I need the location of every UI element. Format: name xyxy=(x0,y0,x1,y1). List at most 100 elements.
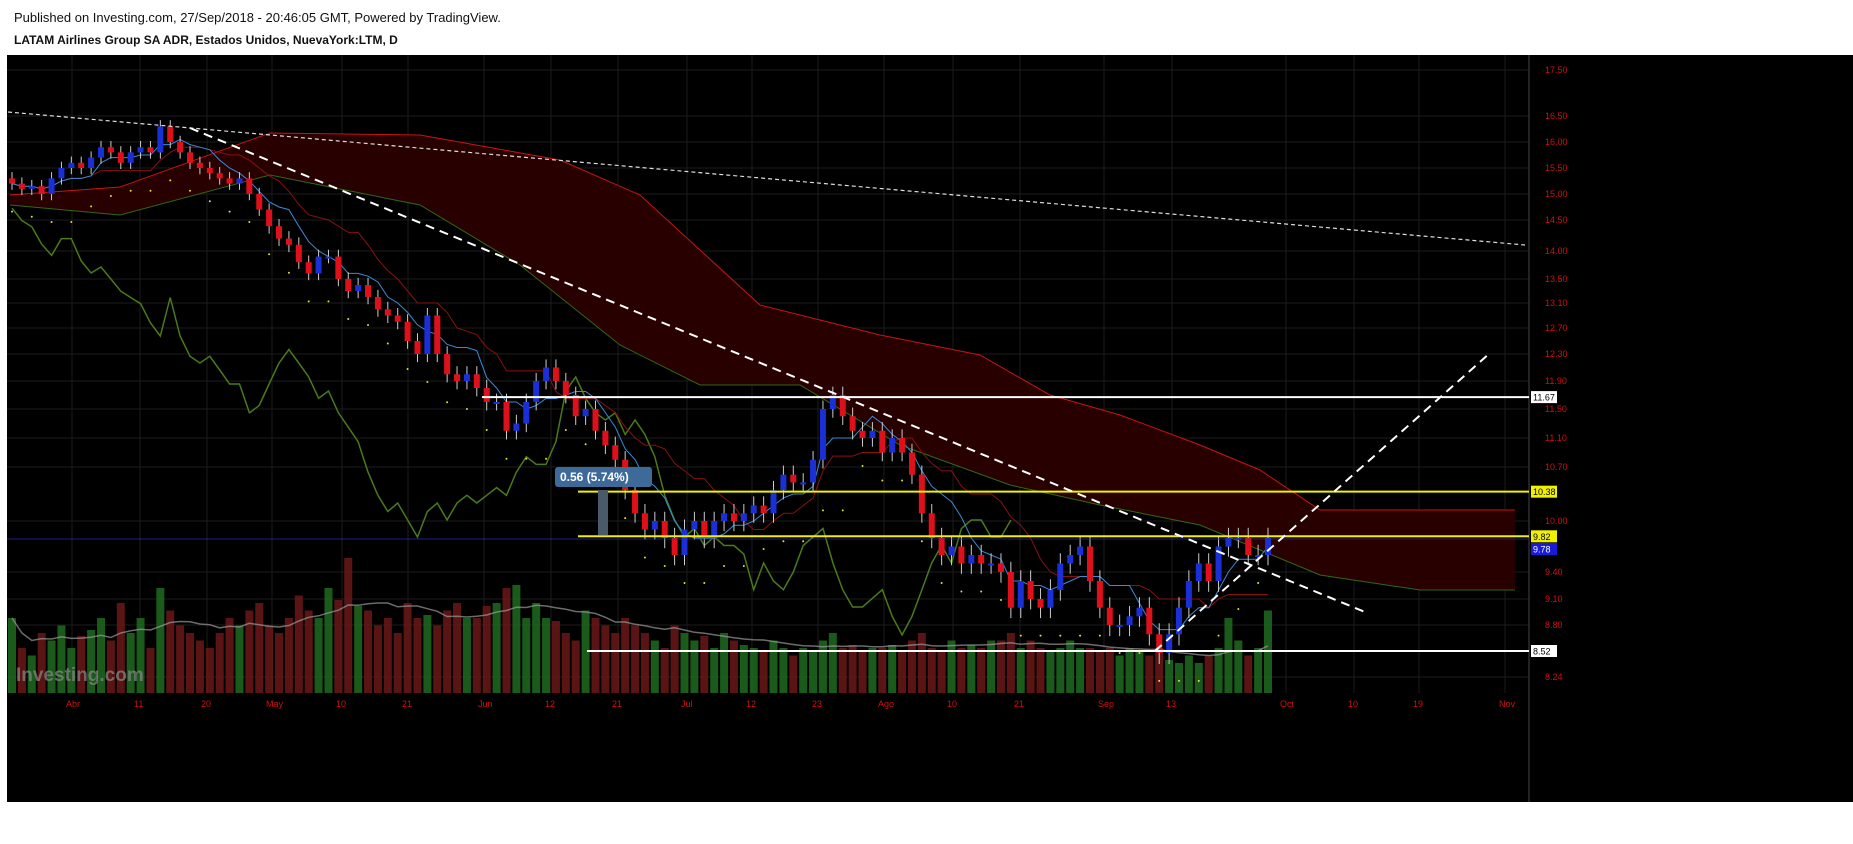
candle-body xyxy=(345,279,352,291)
volume-bar xyxy=(265,625,274,693)
psar-dot xyxy=(564,429,567,431)
candle-body xyxy=(948,546,955,555)
psar-dot xyxy=(465,408,468,410)
candle-body xyxy=(384,309,391,316)
volume-bar xyxy=(373,625,382,693)
volume-bar xyxy=(700,636,709,693)
candle-body xyxy=(187,152,194,163)
candle-body xyxy=(770,490,777,514)
psar-dot xyxy=(545,457,548,460)
volume-bar xyxy=(937,651,946,693)
x-tick-label: 21 xyxy=(1014,699,1024,709)
psar-dot xyxy=(980,590,983,593)
volume-bar xyxy=(364,610,373,693)
psar-dot xyxy=(50,221,53,223)
x-tick-label: Nov xyxy=(1499,699,1516,709)
candle-body xyxy=(849,416,856,431)
psar-dot xyxy=(960,590,963,593)
volume-bar xyxy=(403,603,412,693)
candle-body xyxy=(503,402,510,431)
volume-bar xyxy=(314,618,323,693)
candle-body xyxy=(335,256,342,279)
psar-dot xyxy=(189,189,192,192)
volume-bar xyxy=(1056,648,1065,693)
candle-body xyxy=(730,513,737,521)
candle-body xyxy=(671,538,678,555)
watermark-logo: Investing.com xyxy=(16,665,144,686)
x-tick-label: Ago xyxy=(878,699,894,709)
volume-bar xyxy=(690,640,699,693)
psar-dot xyxy=(999,599,1002,601)
volume-bar xyxy=(1174,663,1183,693)
volume-bar xyxy=(235,625,244,693)
candle-body xyxy=(958,546,965,564)
price-tag-label: 10.38 xyxy=(1533,487,1556,497)
candle-body xyxy=(740,513,747,521)
x-tick-label: 21 xyxy=(402,699,412,709)
measure-label: 0.56 (5.74%) xyxy=(560,470,629,484)
volume-bar xyxy=(898,651,907,693)
candle-body xyxy=(196,162,203,168)
volume-bar xyxy=(551,621,560,693)
psar-dot xyxy=(248,221,251,223)
psar-dot xyxy=(169,179,172,182)
candle-body xyxy=(1077,546,1084,555)
volume-bar xyxy=(729,640,738,693)
candle-body xyxy=(819,409,826,460)
volume-bar xyxy=(433,625,442,693)
volume-bar xyxy=(512,585,521,693)
volume-bar xyxy=(8,618,16,693)
candle-body xyxy=(355,285,362,291)
x-tick-label: 21 xyxy=(612,699,622,709)
candle-body xyxy=(325,256,332,259)
price-chart[interactable]: 0.56 (5.74%) 17.50 16.50 16.00 15.50 15.00 14… xyxy=(0,55,1853,844)
psar-dot xyxy=(386,342,389,345)
volume-bar xyxy=(1036,648,1045,693)
y-tick-label: 17.50 xyxy=(1545,65,1568,75)
candle-body xyxy=(800,482,807,485)
candle-body xyxy=(543,367,550,381)
volume-bar xyxy=(789,655,798,693)
volume-bar xyxy=(601,625,610,693)
candle-body xyxy=(463,374,470,381)
candle-body xyxy=(968,555,975,564)
volume-bar xyxy=(828,633,837,693)
candle-body xyxy=(157,126,164,153)
y-tick-label: 14.00 xyxy=(1545,246,1568,256)
volume-bar xyxy=(987,640,996,693)
candle-body xyxy=(997,563,1004,572)
volume-bar xyxy=(334,600,343,693)
candle-body xyxy=(206,168,213,174)
candle-body xyxy=(612,445,619,460)
volume-bar xyxy=(532,603,541,693)
psar-dot xyxy=(643,556,646,559)
psar-dot xyxy=(367,324,370,326)
candle-body xyxy=(266,209,273,227)
x-tick-label: May xyxy=(266,699,284,709)
volume-bar xyxy=(304,610,313,693)
candle-body xyxy=(918,474,925,514)
psar-dot xyxy=(1177,679,1180,682)
psar-dot xyxy=(723,565,726,567)
psar-dot xyxy=(505,457,508,460)
candle-body xyxy=(533,381,540,402)
candle-body xyxy=(1017,581,1024,608)
volume-bar xyxy=(858,651,867,693)
volume-bar xyxy=(383,618,392,693)
psar-dot xyxy=(703,582,706,584)
x-tick-label: 10 xyxy=(1348,699,1358,709)
y-tick-label: 12.30 xyxy=(1545,349,1568,359)
candle-body xyxy=(246,178,253,194)
volume-bar xyxy=(739,645,748,693)
psar-dot xyxy=(90,205,93,208)
candle-body xyxy=(928,513,935,538)
volume-bar xyxy=(977,648,986,693)
volume-bar xyxy=(848,645,857,693)
candle-body xyxy=(167,126,174,142)
psar-dot xyxy=(149,189,152,192)
volume-bar xyxy=(640,633,649,693)
y-tick-label: 8.24 xyxy=(1545,672,1563,682)
candle-body xyxy=(1067,555,1074,564)
candle-body xyxy=(1185,581,1192,608)
candle-body xyxy=(562,381,569,395)
